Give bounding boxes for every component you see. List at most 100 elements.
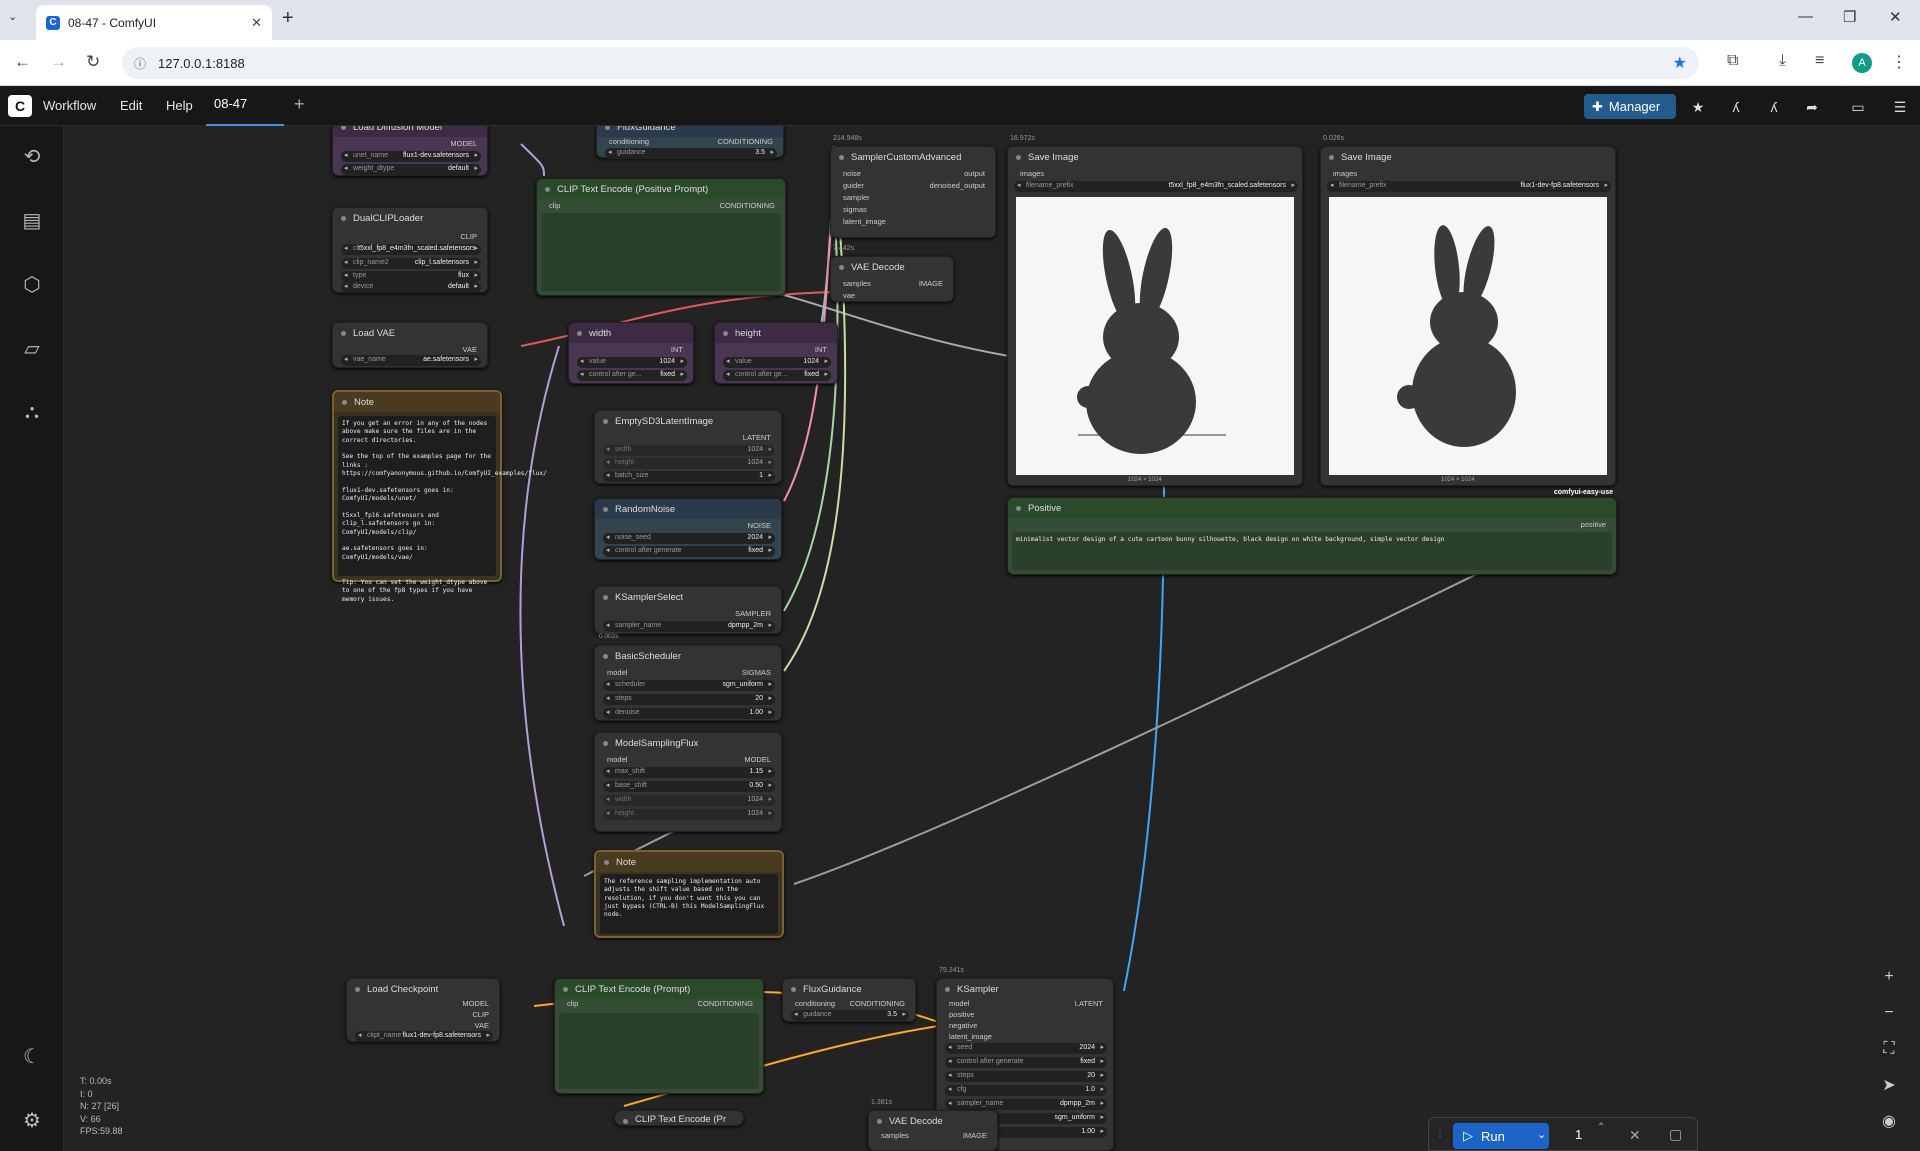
model-input[interactable]: model [949,999,969,1008]
int-output[interactable]: INT [671,345,683,354]
settings-gear-icon[interactable]: ⚙ [18,1106,46,1134]
menu-edit[interactable]: Edit [120,98,142,113]
zoom-in-icon[interactable]: + [1876,964,1902,990]
images-input[interactable]: images [1020,169,1044,178]
filename-prefix-widget[interactable]: filename_prefix flux1-dev-fp8.safetensors [1327,181,1611,192]
node-ksamplerselect[interactable]: KSamplerSelect SAMPLER sampler_name dpmpp… [594,586,782,640]
steps-widget[interactable]: steps 20 [945,1071,1107,1082]
node-fluxguidance-top[interactable]: FluxGuidance conditioning CONDITIONING g… [596,126,784,159]
panel-toggle-icon[interactable]: ▭ [1845,95,1871,119]
latent-input[interactable]: latent_image [843,217,886,226]
select-mode-icon[interactable]: ➤ [1876,1072,1902,1098]
add-workflow-icon[interactable]: + [294,94,305,115]
ckpt-name-widget[interactable]: ckpt_nameflux1-dev-fp8.safetensors [355,1031,493,1042]
prompt-textarea[interactable] [559,1013,759,1089]
noise-control-widget[interactable]: control after generate fixed [603,546,775,557]
conditioning-output[interactable]: CONDITIONING [720,201,775,210]
samples-input[interactable]: samples [881,1131,909,1140]
vae-name-widget[interactable]: vae_name ae.safetensors [341,355,481,366]
count-stepper-icon[interactable]: ⌃ [1597,1122,1605,1133]
sampler-output[interactable]: SAMPLER [735,609,771,618]
manager-button[interactable]: ✚ Manager [1584,94,1676,119]
note-text[interactable]: If you get an error in any of the nodes … [338,416,547,603]
sigmas-output[interactable]: SIGMAS [742,668,771,677]
extensions-icon[interactable]: ⧉ [1727,52,1738,70]
toggle-links-eye-icon[interactable]: ◉ [1876,1108,1902,1134]
media-icon[interactable]: ≡ [1815,52,1824,70]
sampler-input[interactable]: sampler [843,193,870,202]
noise-seed-widget[interactable]: noise_seed 2024 [603,533,775,544]
image-output[interactable]: IMAGE [963,1131,987,1140]
clear-queue-icon[interactable]: ▢ [1669,1126,1682,1143]
star-icon[interactable]: ★ [1685,95,1711,119]
clip-output[interactable]: CLIP [472,1010,489,1019]
width-control-widget[interactable]: control after ge... fixed [577,370,687,381]
samples-input[interactable]: samples [843,279,871,288]
new-tab-icon[interactable]: + [282,7,294,30]
latent-width-widget[interactable]: width 1024 [603,445,775,456]
workflows-folder-icon[interactable]: ▱ [18,334,46,362]
menu-help[interactable]: Help [166,98,193,113]
int-output[interactable]: INT [815,345,827,354]
node-samplercustomadvanced[interactable]: 214.948s SamplerCustomAdvanced noise gui… [830,135,996,238]
model-icon[interactable]: ʎ [1723,95,1749,119]
reload-icon[interactable]: ↻ [86,52,100,72]
clip-name2-widget[interactable]: clip_name2 clip_l.safetensors [341,258,481,269]
drag-handle-icon[interactable]: ⋮ [1435,1128,1445,1139]
output-pin[interactable]: output [964,169,985,178]
weight-dtype-widget[interactable]: weight_dtype default [341,164,481,175]
node-vae-decode-top[interactable]: 7.442s VAE Decode samples vae IMAGE [830,245,954,302]
denoise-widget[interactable]: denoise 1.00 [603,708,775,719]
images-input[interactable]: images [1333,169,1357,178]
download-icon[interactable]: ⤓ [1779,52,1786,70]
sampling-width-widget[interactable]: width 1024 [603,795,775,806]
model-input[interactable]: model [607,755,627,764]
height-value-widget[interactable]: value 1024 [723,357,831,368]
max-shift-widget[interactable]: max_shift 1.15 [603,767,775,778]
filename-prefix-widget[interactable]: filename_prefix t5xxl_fp8_e4m3fn_scaled.s… [1014,181,1298,192]
profile-avatar[interactable]: A [1852,53,1872,73]
queue-icon[interactable]: ▤ [18,206,46,234]
more-menu-icon[interactable]: ⋮ [1891,52,1907,72]
denoised-output-pin[interactable]: denoised_output [930,181,985,190]
node-vae-decode-bottom[interactable]: 1.381s VAE Decode samples IMAGE [868,1099,998,1151]
latent-output[interactable]: LATENT [1075,999,1103,1008]
tab-close-icon[interactable]: ✕ [251,15,262,31]
clip-input[interactable]: clip [549,201,560,210]
node-clip-collapsed[interactable]: CLIP Text Encode (Pr [614,1110,744,1126]
model-alt-icon[interactable]: ʎ [1761,95,1787,119]
clip-name1-widget[interactable]: clt5xxl_fp8_e4m3fn_scaled.safetensors [341,244,481,255]
guider-input[interactable]: guider [843,181,864,190]
model-output[interactable]: MODEL [450,139,477,148]
note-text[interactable]: The reference sampling implementation au… [600,874,778,934]
share-icon[interactable]: ➦ [1799,95,1825,119]
guidance-widget[interactable]: guidance 3.5 [605,148,777,159]
bunny-image-2[interactable] [1329,197,1607,475]
menu-workflow[interactable]: Workflow [43,98,96,113]
latent-output[interactable]: LATENT [743,433,771,442]
run-button[interactable]: ▷ Run [1453,1123,1549,1149]
width-value-widget[interactable]: value 1024 [577,357,687,368]
node-save-image-2[interactable]: 0.026s Save Image images filename_prefix… [1320,135,1616,496]
cfg-widget[interactable]: cfg 1.0 [945,1085,1107,1096]
node-emptysd3latentimage[interactable]: EmptySD3LatentImage LATENT width 1024 hei… [594,410,782,484]
noise-input[interactable]: noise [843,169,861,178]
workflow-tab[interactable]: 08-47 [206,86,284,126]
clip-input[interactable]: clip [567,999,578,1008]
node-note-shift[interactable]: Note The reference sampling implementati… [594,850,784,938]
negative-input[interactable]: negative [949,1021,977,1030]
model-output[interactable]: MODEL [744,755,771,764]
conditioning-input[interactable]: conditioning [609,137,649,146]
site-info-icon[interactable]: ⓘ [134,55,146,72]
conditioning-output[interactable]: CONDITIONING [850,999,905,1008]
close-window-icon[interactable]: ✕ [1889,8,1902,26]
node-note-setup[interactable]: Note If you get an error in any of the n… [332,390,547,603]
node-basicscheduler[interactable]: BasicScheduler model SIGMAS scheduler sgm… [594,645,782,721]
sampler-name-widget[interactable]: sampler_name dpmpp_2m [603,621,775,632]
base-shift-widget[interactable]: base_shift 0.50 [603,781,775,792]
conditioning-input[interactable]: conditioning [795,999,835,1008]
node-save-image-1[interactable]: 16.972s Save Image images filename_prefi… [1007,135,1303,486]
latent-input[interactable]: latent_image [949,1032,992,1041]
node-library-icon[interactable]: ⛬ [18,398,46,426]
batch-size-widget[interactable]: batch_size 1 [603,471,775,482]
